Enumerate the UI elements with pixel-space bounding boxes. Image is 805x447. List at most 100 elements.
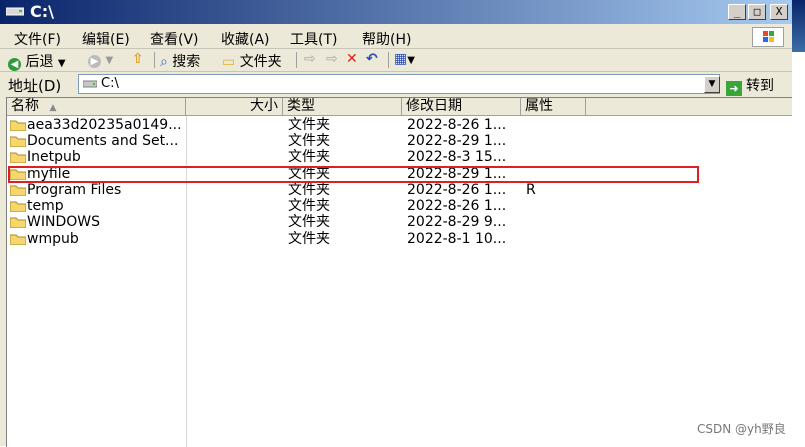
column-type-label: 类型 bbox=[287, 98, 315, 114]
explorer-window: C:\ _ □ X 文件(F) 编辑(E) 查看(V) 收藏(A) 工具(T) … bbox=[0, 0, 793, 447]
forward-button[interactable]: ▶ ▼ bbox=[88, 51, 113, 68]
file-type: 文件夹 bbox=[288, 214, 330, 230]
file-modified: 2022-8-1 10... bbox=[407, 231, 507, 247]
file-row[interactable]: Program Files 文件夹 2022-8-26 1... R bbox=[7, 182, 787, 198]
file-type: 文件夹 bbox=[288, 231, 330, 247]
address-label: 地址(D) bbox=[8, 77, 62, 95]
views-button[interactable]: ▦▼ bbox=[394, 51, 415, 67]
column-header-name[interactable]: 名称 ▲ bbox=[7, 98, 186, 116]
up-folder-button[interactable]: ⇧ bbox=[132, 51, 144, 67]
file-type: 文件夹 bbox=[288, 117, 330, 133]
undo-button[interactable]: ↶ bbox=[366, 51, 378, 67]
file-row[interactable]: aea33d20235a0149... 文件夹 2022-8-26 1... bbox=[7, 117, 787, 133]
sort-ascending-icon: ▲ bbox=[49, 103, 57, 113]
forward-arrow-icon: ▶ bbox=[88, 55, 101, 68]
column-header-filler bbox=[586, 98, 793, 116]
folder-icon bbox=[10, 234, 26, 245]
toolbar-separator bbox=[388, 52, 389, 68]
minimize-button[interactable]: _ bbox=[728, 4, 746, 20]
file-modified: 2022-8-26 1... bbox=[407, 198, 507, 214]
address-bar: 地址(D) C:\ ➜ 转到 bbox=[0, 72, 792, 96]
window-title: C:\ bbox=[30, 2, 54, 21]
title-bar[interactable]: C:\ _ □ X bbox=[0, 0, 792, 24]
views-grid-icon: ▦ bbox=[394, 51, 408, 67]
file-modified: 2022-8-26 1... bbox=[407, 117, 507, 133]
file-row[interactable]: WINDOWS 文件夹 2022-8-29 9... bbox=[7, 214, 787, 230]
menu-edit[interactable]: 编辑(E) bbox=[82, 29, 130, 49]
menu-help[interactable]: 帮助(H) bbox=[362, 29, 411, 49]
chevron-down-icon: ▼ bbox=[105, 55, 114, 66]
file-modified: 2022-8-3 15... bbox=[407, 149, 507, 165]
file-name: Inetpub bbox=[27, 149, 81, 165]
file-name: Documents and Set... bbox=[27, 133, 179, 149]
chevron-down-icon: ▼ bbox=[407, 55, 415, 66]
column-modified-label: 修改日期 bbox=[406, 98, 462, 114]
copy-to-button[interactable]: ⇨ bbox=[326, 51, 338, 67]
column-header-attributes[interactable]: 属性 bbox=[521, 98, 586, 116]
file-list: 名称 ▲ 大小 类型 修改日期 属性 aea33d20235a0149... 文… bbox=[6, 97, 793, 447]
column-attributes-label: 属性 bbox=[525, 98, 553, 114]
search-label: 搜索 bbox=[172, 54, 201, 70]
folder-icon bbox=[10, 217, 26, 228]
column-header-type[interactable]: 类型 bbox=[283, 98, 402, 116]
folder-icon bbox=[10, 136, 26, 147]
folder-icon: ▭ bbox=[222, 54, 236, 70]
delete-x-icon: ✕ bbox=[346, 51, 358, 67]
file-modified: 2022-8-29 1... bbox=[407, 166, 507, 182]
windows-logo-icon bbox=[752, 27, 784, 47]
menu-tools[interactable]: 工具(T) bbox=[290, 29, 337, 49]
background-window-edge bbox=[792, 0, 805, 446]
file-name: wmpub bbox=[27, 231, 79, 247]
file-name: Program Files bbox=[27, 182, 122, 198]
background-titlebar bbox=[792, 0, 805, 52]
close-button[interactable]: X bbox=[770, 4, 788, 20]
file-type: 文件夹 bbox=[288, 133, 330, 149]
file-row[interactable]: Documents and Set... 文件夹 2022-8-29 1... bbox=[7, 133, 787, 149]
delete-button[interactable]: ✕ bbox=[346, 51, 358, 67]
maximize-button[interactable]: □ bbox=[748, 4, 766, 20]
search-button[interactable]: ⌕ 搜索 bbox=[160, 51, 200, 71]
search-icon: ⌕ bbox=[160, 54, 168, 70]
back-button[interactable]: ◀ 后退 ▼ bbox=[8, 51, 66, 71]
column-name-label: 名称 bbox=[11, 98, 39, 114]
address-value: C:\ bbox=[101, 76, 119, 91]
folder-icon bbox=[10, 120, 26, 131]
file-row[interactable]: wmpub 文件夹 2022-8-1 10... bbox=[7, 231, 787, 247]
drive-icon bbox=[6, 7, 24, 16]
column-header-modified[interactable]: 修改日期 bbox=[402, 98, 521, 116]
menu-view[interactable]: 查看(V) bbox=[150, 29, 199, 49]
file-attributes: R bbox=[526, 182, 536, 198]
copy-to-icon: ⇨ bbox=[326, 51, 338, 67]
folders-button[interactable]: ▭ 文件夹 bbox=[222, 51, 282, 71]
toolbar-separator bbox=[296, 52, 297, 68]
column-header-size[interactable]: 大小 bbox=[186, 98, 283, 116]
move-to-button[interactable]: ⇨ bbox=[304, 51, 316, 67]
file-name: temp bbox=[27, 198, 64, 214]
file-type: 文件夹 bbox=[288, 182, 330, 198]
file-row[interactable]: myfile 文件夹 2022-8-29 1... bbox=[7, 166, 787, 182]
file-row[interactable]: temp 文件夹 2022-8-26 1... bbox=[7, 198, 787, 214]
column-size-label: 大小 bbox=[250, 98, 278, 114]
menu-file[interactable]: 文件(F) bbox=[14, 29, 61, 49]
toolbar-separator bbox=[154, 52, 155, 68]
file-type: 文件夹 bbox=[288, 149, 330, 165]
go-arrow-icon: ➜ bbox=[726, 81, 742, 96]
file-type: 文件夹 bbox=[288, 198, 330, 214]
folder-icon bbox=[10, 185, 26, 196]
file-row[interactable]: Inetpub 文件夹 2022-8-3 15... bbox=[7, 149, 787, 165]
go-button[interactable]: ➜ 转到 bbox=[726, 75, 774, 96]
file-modified: 2022-8-26 1... bbox=[407, 182, 507, 198]
file-modified: 2022-8-29 1... bbox=[407, 133, 507, 149]
back-label: 后退 bbox=[25, 54, 54, 70]
toolbar: ◀ 后退 ▼ ▶ ▼ ⇧ ⌕ 搜索 ▭ 文件夹 ⇨ ⇨ ✕ ↶ ▦▼ bbox=[0, 49, 792, 72]
file-type: 文件夹 bbox=[288, 166, 330, 182]
file-name: WINDOWS bbox=[27, 214, 100, 230]
go-label: 转到 bbox=[746, 78, 774, 94]
menu-favorites[interactable]: 收藏(A) bbox=[221, 29, 270, 49]
undo-icon: ↶ bbox=[366, 51, 378, 67]
address-input[interactable]: C:\ bbox=[78, 74, 720, 94]
menu-bar: 文件(F) 编辑(E) 查看(V) 收藏(A) 工具(T) 帮助(H) bbox=[0, 26, 792, 49]
file-name: myfile bbox=[27, 166, 71, 182]
address-dropdown-button[interactable]: ▼ bbox=[704, 76, 720, 93]
chevron-down-icon: ▼ bbox=[708, 79, 716, 89]
